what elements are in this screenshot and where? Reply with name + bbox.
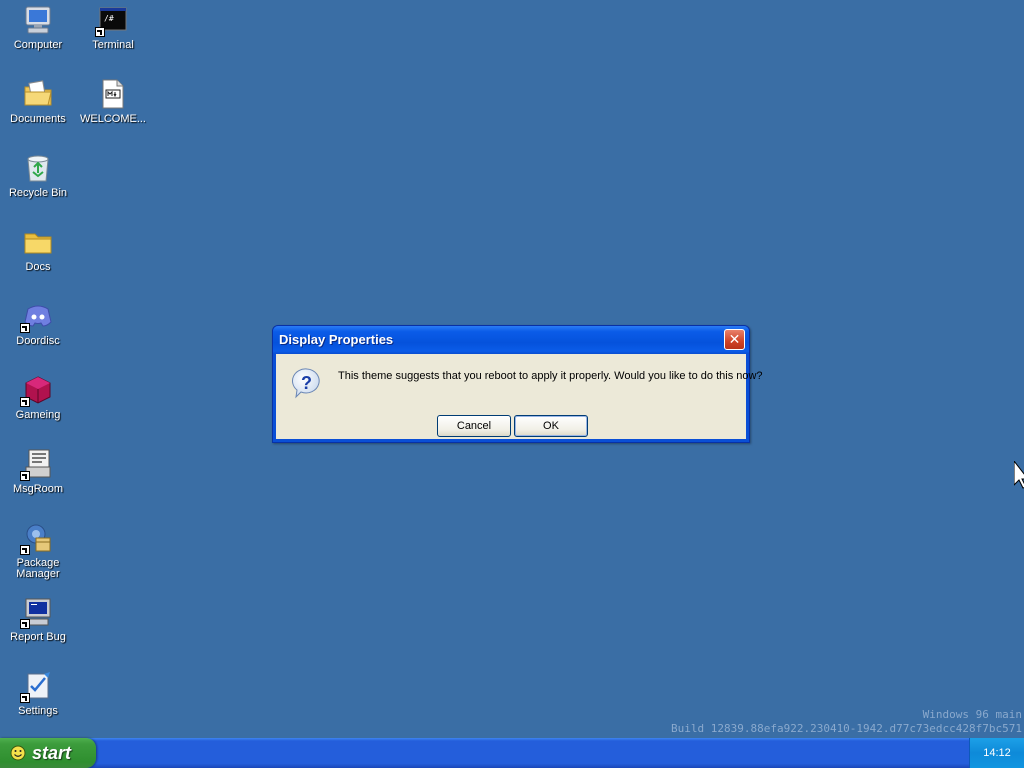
start-label: start <box>32 742 72 763</box>
close-icon: ✕ <box>728 331 741 347</box>
dialog-title: Display Properties <box>279 332 394 347</box>
shortcut-arrow-icon <box>20 619 30 629</box>
desktop-icon-welcome[interactable]: WELCOME... <box>76 77 150 125</box>
clock[interactable]: 14:12 <box>983 747 1011 759</box>
shortcut-arrow-icon <box>20 471 30 481</box>
question-icon: ? <box>292 368 320 399</box>
desktop-icon-msgroom[interactable]: MsgRoom <box>1 447 75 495</box>
shortcut-arrow-icon <box>95 27 105 37</box>
build-watermark: Windows 96 main Build 12839.88efa922.230… <box>671 708 1022 736</box>
desktop-icon-label: Docs <box>25 261 51 273</box>
desktop-icon-documents[interactable]: Documents <box>1 77 75 125</box>
svg-text:?: ? <box>301 373 312 393</box>
shortcut-arrow-icon <box>20 397 30 407</box>
svg-text:/#: /# <box>104 14 114 23</box>
shortcut-arrow-icon <box>20 323 30 333</box>
desktop-icon-label: Report Bug <box>10 631 66 643</box>
system-tray: 14:12 <box>969 738 1024 768</box>
desktop-icon-terminal[interactable]: /# Terminal <box>76 3 150 51</box>
cancel-button[interactable]: Cancel <box>437 415 511 437</box>
watermark-os-name: Windows 96 main <box>922 708 1022 721</box>
shortcut-arrow-icon <box>20 545 30 555</box>
computer-icon <box>25 6 51 34</box>
watermark-build: Build 12839.88efa922.230410-1942.d77c73e… <box>671 722 1022 735</box>
desktop-icon-gameing[interactable]: Gameing <box>1 373 75 421</box>
smiley-logo-icon <box>10 745 26 761</box>
desktop-icon-docs[interactable]: Docs <box>1 225 75 273</box>
desktop-icon-label: WELCOME... <box>79 113 146 125</box>
cancel-button-label: Cancel <box>456 420 492 432</box>
desktop-icon-package-manager[interactable]: Package Manager <box>1 521 75 580</box>
dialog-message: This theme suggests that you reboot to a… <box>338 370 763 382</box>
desktop-icon-label: Computer <box>13 39 63 51</box>
desktop-icon-doordisc[interactable]: Doordisc <box>1 299 75 347</box>
dialog-titlebar[interactable]: Display Properties ✕ <box>273 326 749 354</box>
desktop-icon-label: Recycle Bin <box>8 187 68 199</box>
folder-icon <box>24 233 52 254</box>
taskbar: start 14:12 <box>0 738 1024 768</box>
display-properties-dialog: Display Properties ✕ ? This theme sugges… <box>272 325 763 443</box>
desktop-icon-label: Documents <box>10 113 66 125</box>
desktop-icon-label: Package Manager <box>16 557 60 580</box>
close-button[interactable]: ✕ <box>724 329 745 350</box>
desktop-icon-label: Doordisc <box>16 335 60 347</box>
recycle-bin-icon <box>27 155 49 182</box>
ok-button-label: OK <box>543 420 559 432</box>
mouse-cursor-icon <box>1014 461 1024 489</box>
shortcut-arrow-icon <box>20 693 30 703</box>
desktop-icon-label: MsgRoom <box>12 483 64 495</box>
desktop-icon-report-bug[interactable]: Report Bug <box>1 595 75 643</box>
ok-button[interactable]: OK <box>514 415 588 437</box>
start-button[interactable]: start <box>0 738 96 768</box>
dialog-body: ? This theme suggests that you reboot to… <box>276 354 763 439</box>
markdown-file-icon <box>102 79 124 109</box>
desktop-icon-settings[interactable]: Settings <box>1 669 75 717</box>
desktop-icon-computer[interactable]: Computer <box>1 3 75 51</box>
desktop-icon-recycle-bin[interactable]: Recycle Bin <box>1 151 75 199</box>
desktop-icon-label: Settings <box>18 705 58 717</box>
documents-icon <box>24 80 52 106</box>
desktop-icon-label: Gameing <box>15 409 61 421</box>
desktop-icon-label: Terminal <box>92 39 134 51</box>
